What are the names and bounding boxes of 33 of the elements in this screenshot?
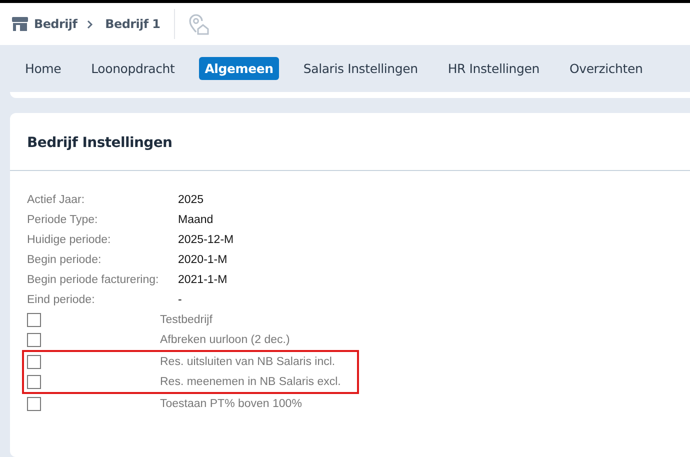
field-label: Eind periode: xyxy=(27,293,96,308)
field-label: Huidige periode: xyxy=(27,233,112,248)
field-value: 2021-1-M xyxy=(178,273,228,288)
checkbox-label: Toestaan PT% boven 100% xyxy=(160,398,302,410)
field-value: 2025-12-M xyxy=(178,233,234,248)
nav-tab[interactable]: Overzichten xyxy=(563,57,649,80)
checkbox[interactable] xyxy=(27,355,41,369)
nav-tab[interactable]: Loonopdracht xyxy=(85,57,181,80)
nav-tab[interactable]: Home xyxy=(19,57,68,80)
checkbox-label: Res. meenemen in NB Salaris excl. xyxy=(160,376,341,388)
breadcrumb-item: Bedrijf 1 xyxy=(105,17,160,31)
field-label: Begin periode: xyxy=(27,253,102,268)
nav-tab[interactable]: Algemeen xyxy=(198,57,280,80)
field-value: 2025 xyxy=(178,193,204,208)
field-label: Begin periode facturering: xyxy=(27,273,160,288)
checkbox-label: Afbreken uurloon (2 dec.) xyxy=(160,334,290,346)
checkbox[interactable] xyxy=(27,375,41,389)
nav-tab[interactable]: Salaris Instellingen xyxy=(297,57,424,80)
checkbox-label: Testbedrijf xyxy=(160,314,212,326)
field-value: 2020-1-M xyxy=(178,253,228,268)
card-title: Bedrijf Instellingen xyxy=(26,134,174,153)
field-label: Periode Type: xyxy=(27,213,99,228)
breadcrumb-item[interactable]: Bedrijf xyxy=(34,17,78,31)
nav-tab[interactable]: HR Instellingen xyxy=(442,57,546,80)
field-value: Maand xyxy=(178,213,214,228)
field-value: - xyxy=(178,293,182,308)
checkbox[interactable] xyxy=(27,333,41,347)
field-label: Actief Jaar: xyxy=(27,193,86,208)
chevron-icon xyxy=(87,20,94,28)
store-icon xyxy=(12,17,28,31)
checkbox-label: Res. uitsluiten van NB Salaris incl. xyxy=(160,356,336,368)
checkbox[interactable] xyxy=(27,397,41,411)
checkbox[interactable] xyxy=(27,313,41,327)
